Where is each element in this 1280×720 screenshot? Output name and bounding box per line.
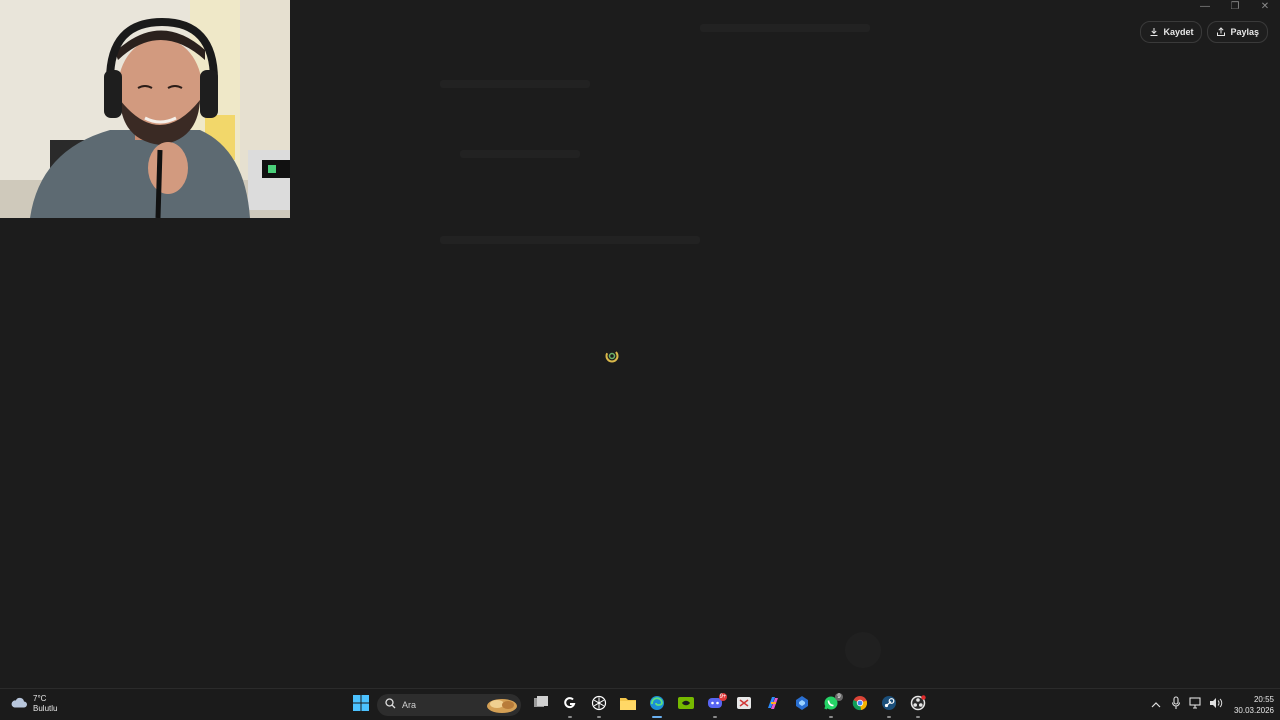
faint-content-line	[700, 24, 870, 32]
app-obs[interactable]	[905, 692, 931, 718]
steam-icon	[881, 695, 897, 716]
app-snipping-tool[interactable]	[731, 692, 757, 718]
save-button[interactable]: Kaydet	[1140, 21, 1203, 43]
network-icon	[1189, 696, 1203, 714]
network-button[interactable]	[1188, 697, 1204, 713]
task-view-button[interactable]	[528, 692, 554, 718]
taskbar: 7°C Bulutlu Ara 9+ 9 20:55 30.03.2026	[0, 688, 1280, 720]
show-hidden-icons-button[interactable]	[1148, 697, 1164, 713]
faint-fab	[845, 632, 881, 668]
edge-icon	[649, 695, 665, 716]
app-microsoft-365[interactable]	[789, 692, 815, 718]
weather-condition: Bulutlu	[33, 704, 58, 713]
weather-temperature: 7°C	[33, 694, 47, 703]
app-copilot[interactable]	[760, 692, 786, 718]
faint-content-line	[440, 80, 590, 88]
snipping-icon	[736, 695, 752, 716]
save-label: Kaydet	[1163, 27, 1194, 37]
taskbar-apps: Ara 9+ 9	[348, 692, 931, 718]
microphone-button[interactable]	[1168, 695, 1184, 715]
system-tray: 20:55 30.03.2026	[1148, 693, 1274, 717]
share-button[interactable]: Paylaş	[1207, 21, 1268, 43]
chrome-icon	[852, 695, 868, 716]
faint-content-line	[460, 150, 580, 158]
download-icon	[1149, 27, 1159, 37]
app-chatgpt[interactable]	[586, 692, 612, 718]
top-actions: Kaydet Paylaş	[1140, 21, 1268, 43]
app-file-explorer[interactable]	[615, 692, 641, 718]
windows-logo-icon	[353, 694, 369, 716]
app-chrome[interactable]	[847, 692, 873, 718]
chevron-up-icon	[1151, 696, 1161, 714]
search-icon	[385, 696, 396, 714]
window-controls: — ❐ ✕	[1190, 0, 1280, 14]
microphone-icon	[1171, 695, 1181, 715]
speaker-icon	[1209, 696, 1223, 714]
weather-widget[interactable]: 7°C Bulutlu	[10, 694, 57, 714]
discord-badge: 9+	[719, 693, 727, 701]
spinner-icon	[604, 348, 620, 364]
chatgpt-icon	[591, 695, 607, 716]
search-highlight-icon	[485, 696, 519, 714]
whatsapp-badge: 9	[835, 693, 843, 701]
app-window: — ❐ ✕ Kaydet Paylaş	[0, 0, 1280, 688]
clock[interactable]: 20:55 30.03.2026	[1234, 694, 1274, 716]
m365-icon	[794, 695, 810, 716]
app-whatsapp[interactable]: 9	[818, 692, 844, 718]
search-placeholder: Ara	[402, 700, 417, 710]
minimize-button[interactable]: —	[1190, 0, 1220, 14]
app-nvidia[interactable]	[673, 692, 699, 718]
restore-button[interactable]: ❐	[1220, 0, 1250, 14]
volume-button[interactable]	[1208, 697, 1224, 713]
app-steam[interactable]	[876, 692, 902, 718]
logitech-g-icon	[563, 696, 577, 715]
cloud-icon	[10, 695, 28, 714]
close-button[interactable]: ✕	[1250, 0, 1280, 14]
clock-date: 30.03.2026	[1233, 706, 1274, 715]
copilot-icon	[765, 695, 781, 716]
search-box[interactable]: Ara	[377, 694, 521, 716]
app-discord[interactable]: 9+	[702, 692, 728, 718]
task-view-icon	[533, 695, 549, 715]
webcam-overlay	[0, 0, 290, 218]
clock-time: 20:55	[1253, 695, 1274, 704]
start-button[interactable]	[348, 692, 374, 718]
nvidia-icon	[678, 696, 694, 714]
app-edge[interactable]	[644, 692, 670, 718]
app-logitech-g[interactable]	[557, 692, 583, 718]
obs-icon	[910, 694, 926, 716]
folder-icon	[620, 696, 636, 715]
share-icon	[1216, 27, 1226, 37]
share-label: Paylaş	[1230, 27, 1259, 37]
faint-content-line	[440, 236, 700, 244]
